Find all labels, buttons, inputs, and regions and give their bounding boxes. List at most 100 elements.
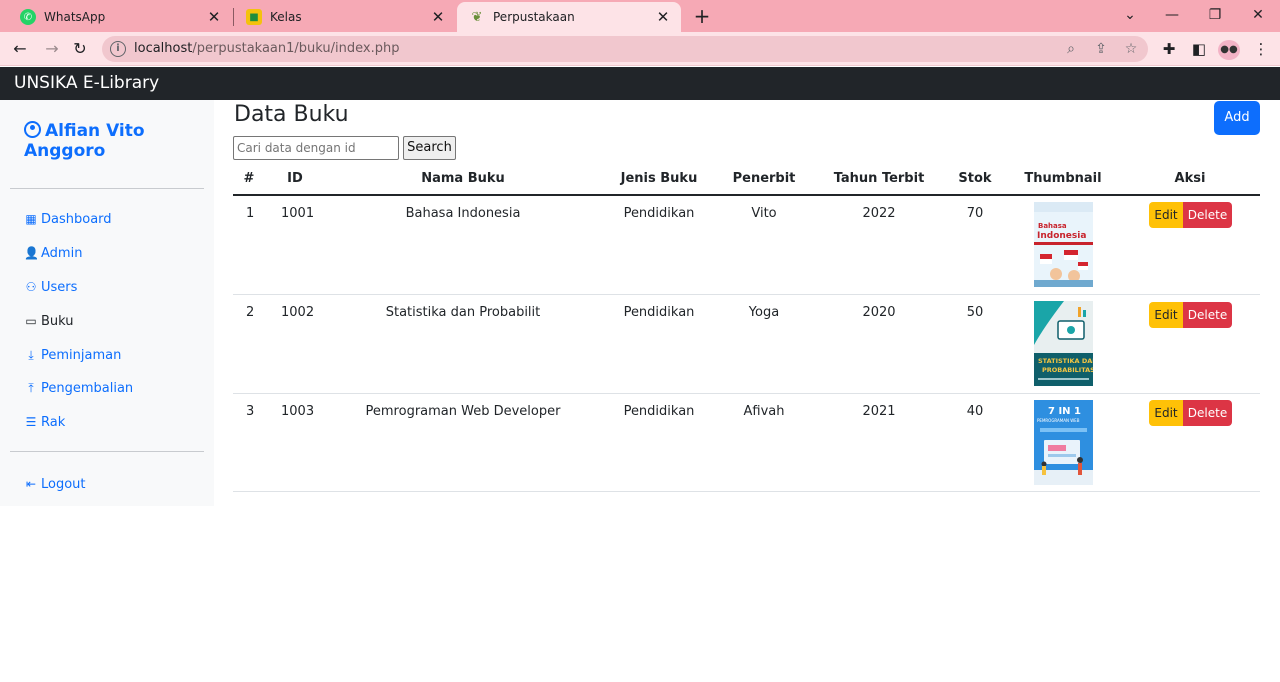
url-host: localhost bbox=[134, 41, 193, 56]
sidebar-item-label: Buku bbox=[41, 314, 74, 329]
column-header: ID bbox=[287, 171, 303, 186]
tab-whatsapp[interactable]: ✆ WhatsApp ✕ bbox=[8, 2, 232, 32]
sidebar-item-dashboard[interactable]: ▦ Dashboard bbox=[24, 210, 112, 229]
profile-avatar[interactable]: ●● bbox=[1218, 40, 1240, 60]
user-last-name: Anggoro bbox=[24, 141, 106, 161]
new-tab-button[interactable]: + bbox=[690, 4, 714, 28]
sidebar-item-label: Users bbox=[41, 280, 78, 295]
book-cover-pemrograman-web: 7 IN 1 PEMROGRAMAN WEB bbox=[1034, 400, 1093, 485]
row-divider bbox=[233, 393, 1260, 394]
share-icon[interactable]: ⇪ bbox=[1092, 41, 1110, 57]
cell-tahun: 2020 bbox=[862, 305, 896, 320]
cell-id: 1003 bbox=[281, 404, 315, 419]
svg-text:PROBABILITAS: PROBABILITAS bbox=[1042, 366, 1093, 374]
search-button[interactable]: Search bbox=[403, 136, 456, 160]
minimize-button[interactable]: — bbox=[1152, 2, 1192, 28]
sidebar-item-buku[interactable]: ▭ Buku bbox=[24, 312, 74, 331]
edit-button[interactable]: Edit bbox=[1149, 400, 1183, 426]
delete-button[interactable]: Delete bbox=[1183, 202, 1232, 228]
url-path: /perpustakaan1/buku/index.php bbox=[192, 41, 400, 56]
cell-id: 1001 bbox=[281, 206, 315, 221]
cell-tahun: 2021 bbox=[862, 404, 896, 419]
sidebar-item-admin[interactable]: 👤 Admin bbox=[24, 244, 82, 263]
close-window-button[interactable]: ✕ bbox=[1238, 2, 1278, 28]
sidebar-item-rak[interactable]: ☰ Rak bbox=[24, 413, 66, 432]
url-text: localhost/perpustakaan1/buku/index.php bbox=[134, 36, 399, 62]
sidebar-item-label: Admin bbox=[41, 246, 83, 261]
tab-title: Perpustakaan bbox=[493, 10, 575, 24]
cell-penerbit: Afivah bbox=[743, 404, 785, 419]
book-icon: ▭ bbox=[25, 314, 37, 328]
delete-button[interactable]: Delete bbox=[1183, 302, 1232, 328]
cell-penerbit: Yoga bbox=[748, 305, 780, 320]
extensions-icon[interactable]: ✚ bbox=[1160, 40, 1178, 58]
logout-link[interactable]: ⇤ Logout bbox=[24, 475, 86, 494]
reload-icon[interactable]: ↻ bbox=[68, 37, 92, 61]
return-icon: ⤒ bbox=[28, 381, 34, 395]
sidebar-item-label: Pengembalian bbox=[41, 381, 134, 396]
svg-text:Bahasa: Bahasa bbox=[1038, 222, 1067, 230]
cell-jenis: Pendidikan bbox=[623, 206, 695, 221]
whatsapp-icon: ✆ bbox=[20, 9, 36, 25]
admin-icon: 👤 bbox=[24, 246, 39, 260]
tab-perpustakaan[interactable]: ❦ Perpustakaan ✕ bbox=[457, 2, 681, 32]
sidebar-divider bbox=[10, 451, 204, 452]
table-header-border bbox=[233, 194, 1260, 196]
cell-nama: Pemrograman Web Developer bbox=[365, 404, 561, 419]
address-bar[interactable]: i localhost/perpustakaan1/buku/index.php… bbox=[102, 36, 1148, 62]
logout-label: Logout bbox=[41, 477, 86, 492]
site-info-icon[interactable]: i bbox=[110, 41, 126, 57]
edit-button[interactable]: Edit bbox=[1149, 302, 1183, 328]
classroom-icon: ■ bbox=[246, 9, 262, 25]
tab-search-icon[interactable]: ⌄ bbox=[1110, 2, 1150, 28]
brand-title[interactable]: UNSIKA E-Library bbox=[14, 67, 159, 100]
user-profile[interactable]: Alfian Vito Anggoro bbox=[24, 121, 204, 161]
column-header: Penerbit bbox=[732, 171, 796, 186]
side-panel-icon[interactable]: ◧ bbox=[1190, 40, 1208, 58]
close-tab-icon[interactable]: ✕ bbox=[430, 9, 446, 25]
sidebar-item-label: Dashboard bbox=[41, 212, 112, 227]
add-button[interactable]: Add bbox=[1214, 101, 1260, 135]
sidebar-divider bbox=[10, 188, 204, 189]
close-tab-icon[interactable]: ✕ bbox=[655, 9, 671, 25]
cell-nama: Bahasa Indonesia bbox=[405, 206, 521, 221]
tab-title: WhatsApp bbox=[44, 10, 106, 24]
row-divider bbox=[233, 491, 1260, 492]
sidebar-item-pengembalian[interactable]: ⤒ Pengembalian bbox=[24, 379, 133, 398]
svg-text:7 IN 1: 7 IN 1 bbox=[1048, 406, 1081, 417]
sidebar-item-users[interactable]: ⚇ Users bbox=[24, 278, 78, 297]
column-header: Thumbnail bbox=[1024, 171, 1102, 186]
zoom-icon[interactable]: ⌕ bbox=[1062, 41, 1080, 57]
cell-stok: 50 bbox=[966, 305, 984, 320]
book-thumbnail: 7 IN 1 PEMROGRAMAN WEB bbox=[1034, 400, 1093, 485]
tab-title: Kelas bbox=[270, 10, 302, 24]
cell-nama: Statistika dan Probabilit bbox=[385, 305, 541, 320]
book-cover-statistika: STATISTIKA DAN PROBABILITAS bbox=[1034, 301, 1093, 386]
restore-button[interactable]: ❐ bbox=[1195, 2, 1235, 28]
users-icon: ⚇ bbox=[25, 280, 37, 294]
library-icon: ❦ bbox=[471, 9, 483, 25]
cell-penerbit: Vito bbox=[751, 206, 777, 221]
book-cover-bahasa-indonesia: Bahasa Indonesia bbox=[1034, 202, 1093, 287]
delete-button[interactable]: Delete bbox=[1183, 400, 1232, 426]
cell-jenis: Pendidikan bbox=[623, 404, 695, 419]
bookmark-star-icon[interactable]: ☆ bbox=[1122, 41, 1140, 57]
logout-icon: ⇤ bbox=[25, 477, 37, 491]
forward-icon[interactable]: → bbox=[40, 37, 64, 61]
cell-jenis: Pendidikan bbox=[623, 305, 695, 320]
menu-kebab-icon[interactable]: ⋮ bbox=[1252, 40, 1270, 58]
user-circle-icon bbox=[24, 121, 41, 138]
browser-toolbar: ← → ↻ i localhost/perpustakaan1/buku/ind… bbox=[0, 32, 1280, 66]
edit-button[interactable]: Edit bbox=[1149, 202, 1183, 228]
close-tab-icon[interactable]: ✕ bbox=[206, 9, 222, 25]
book-thumbnail: Bahasa Indonesia bbox=[1034, 202, 1093, 287]
user-first-name: Alfian Vito bbox=[45, 121, 145, 141]
tab-kelas[interactable]: ■ Kelas ✕ bbox=[234, 2, 456, 32]
search-input[interactable]: Cari data dengan id bbox=[233, 136, 399, 160]
sidebar-item-peminjaman[interactable]: ⤓ Peminjaman bbox=[24, 346, 121, 365]
back-icon[interactable]: ← bbox=[8, 37, 32, 61]
cell-no: 2 bbox=[246, 305, 255, 320]
cell-no: 1 bbox=[246, 206, 255, 221]
sidebar-item-label: Rak bbox=[41, 415, 66, 430]
row-divider bbox=[233, 294, 1260, 295]
